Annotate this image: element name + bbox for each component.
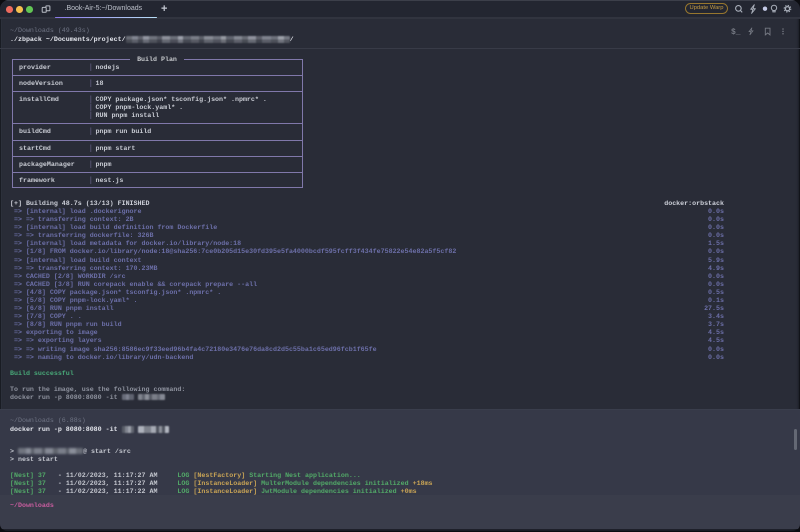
svg-text:$_: $_ bbox=[731, 28, 741, 36]
